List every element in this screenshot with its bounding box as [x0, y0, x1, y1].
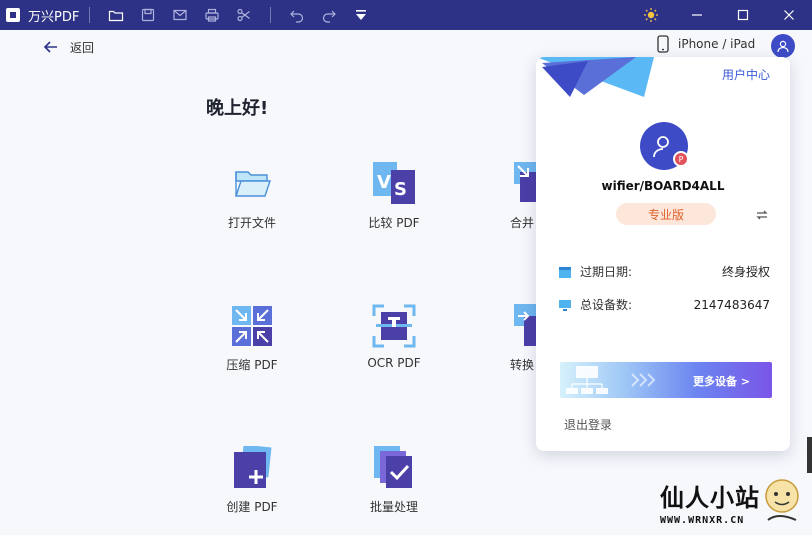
greeting: 晚上好! [206, 98, 269, 119]
watermark: 仙人小站 WWW.WRNXR.CN [660, 478, 760, 526]
merge-icon [514, 162, 536, 206]
calendar-icon [559, 266, 571, 278]
network-illustration-icon [566, 366, 656, 394]
more-devices-button[interactable]: 更多设备 > [560, 362, 772, 398]
more-devices-label: 更多设备 > [692, 375, 750, 388]
app-name: 万兴PDF [28, 9, 80, 25]
tool-label: OCR PDF [367, 356, 421, 370]
user-avatar-button[interactable] [771, 34, 795, 58]
tool-create-pdf[interactable]: 创建 PDF [202, 444, 302, 515]
titlebar-divider [270, 7, 272, 23]
tool-merge[interactable]: 合并 [486, 162, 536, 231]
folder-icon[interactable] [107, 6, 125, 24]
batch-icon [372, 446, 416, 490]
back-button[interactable]: 返回 [42, 38, 94, 56]
redo-icon[interactable] [320, 6, 338, 24]
username: wifier/BOARD4ALL [601, 179, 725, 193]
plan-badge: 专业版 [616, 203, 716, 225]
device-link[interactable]: iPhone / iPad [656, 35, 755, 53]
tool-label: 比较 PDF [368, 216, 420, 230]
monitor-icon [559, 299, 571, 311]
devices-row: 总设备数: 2147483647 [558, 296, 770, 313]
device-label: iPhone / iPad [678, 37, 756, 51]
tool-label: 批量处理 [369, 500, 418, 514]
close-icon[interactable] [766, 0, 812, 30]
tool-label: 压缩 PDF [226, 358, 278, 372]
user-panel: 用户中心 P wifier/BOARD4ALL 专业版 过期日期: 终身授权 总… [536, 57, 790, 451]
logout-link[interactable]: 退出登录 [564, 416, 612, 433]
expiry-value: 终身授权 [721, 265, 770, 279]
scrollbar-thumb[interactable] [807, 437, 812, 473]
tool-label: 转换 [510, 358, 535, 372]
tool-label: 创建 PDF [226, 500, 278, 514]
compress-icon [230, 304, 274, 348]
compare-icon: VS [372, 162, 416, 206]
tool-ocr-pdf[interactable]: OCR PDF [344, 304, 444, 370]
app-logo [6, 8, 20, 22]
tool-label: 打开文件 [227, 216, 276, 230]
svg-text:S: S [394, 179, 407, 200]
pro-badge-icon: P [673, 151, 689, 167]
svg-text:V: V [377, 172, 391, 193]
phone-icon [657, 35, 669, 53]
mascot-icon [765, 479, 799, 521]
devices-label: 总设备数: [580, 298, 633, 312]
tool-label: 合并 [510, 216, 535, 230]
refresh-icon[interactable] [754, 207, 770, 223]
tool-compare-pdf[interactable]: VS 比较 PDF [344, 162, 444, 231]
user-icon [777, 40, 789, 53]
devices-value: 2147483647 [693, 297, 770, 312]
print-icon[interactable] [203, 6, 221, 24]
sun-icon[interactable] [628, 0, 674, 30]
expiry-label: 过期日期: [580, 265, 633, 279]
save-icon[interactable] [139, 6, 157, 24]
convert-icon [514, 304, 536, 348]
back-label: 返回 [70, 40, 95, 55]
expiry-row: 过期日期: 终身授权 [558, 263, 770, 280]
arrow-left-icon [43, 41, 57, 53]
tool-open-file[interactable]: 打开文件 [202, 162, 302, 231]
undo-icon[interactable] [288, 6, 306, 24]
mail-icon[interactable] [171, 6, 189, 24]
tool-compress-pdf[interactable]: 压缩 PDF [202, 304, 302, 373]
user-center-link[interactable]: 用户中心 [722, 66, 770, 83]
watermark-url: WWW.WRNXR.CN [660, 515, 745, 526]
panel-decoration [536, 57, 654, 97]
titlebar-divider [89, 7, 91, 23]
maximize-icon[interactable] [720, 0, 766, 30]
folder-open-icon [230, 162, 274, 206]
minimize-icon[interactable] [674, 0, 720, 30]
tool-convert[interactable]: 转换 [486, 304, 536, 373]
create-icon [230, 444, 274, 490]
watermark-title: 仙人小站 [660, 484, 760, 512]
dropdown-icon[interactable] [352, 6, 370, 24]
tool-batch-process[interactable]: 批量处理 [344, 446, 444, 515]
ocr-icon [372, 304, 416, 348]
title-bar: 万兴PDF [0, 0, 812, 30]
scissors-icon[interactable] [235, 6, 253, 24]
